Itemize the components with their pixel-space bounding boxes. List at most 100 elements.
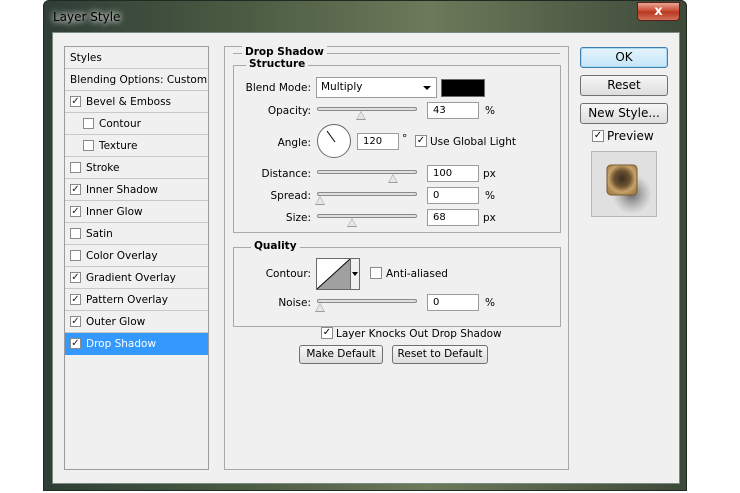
layer-style-window: Layer Style x Styles Blending Options: Cu…: [43, 0, 687, 491]
distance-unit: px: [483, 168, 496, 180]
sidebar-item-pattern-overlay[interactable]: ✓ Pattern Overlay: [65, 289, 208, 311]
size-slider-thumb[interactable]: [347, 218, 357, 227]
anti-aliased-checkbox[interactable]: [370, 267, 382, 279]
contour-picker[interactable]: [316, 258, 351, 290]
noise-input[interactable]: 0: [427, 294, 479, 311]
sidebar-checkbox-outer-glow[interactable]: ✓: [70, 316, 81, 327]
title-bar[interactable]: Layer Style x: [44, 1, 686, 33]
sidebar-item-stroke[interactable]: Stroke: [65, 157, 208, 179]
sidebar-item-drop-shadow[interactable]: ✓ Drop Shadow: [65, 333, 208, 355]
use-global-light-checkbox[interactable]: ✓: [415, 135, 427, 147]
sidebar-item-satin[interactable]: Satin: [65, 223, 208, 245]
close-button[interactable]: x: [637, 2, 680, 21]
sidebar-item-label: Contour: [99, 118, 141, 130]
spread-slider[interactable]: [317, 192, 417, 196]
sidebar-item-color-overlay[interactable]: Color Overlay: [65, 245, 208, 267]
styles-list: Styles Blending Options: Custom ✓ Bevel & E…: [64, 46, 209, 470]
layer-knocks-out-checkbox[interactable]: ✓: [321, 327, 333, 339]
make-default-button[interactable]: Make Default: [299, 345, 383, 364]
new-style-button[interactable]: New Style...: [580, 103, 668, 124]
sidebar-item-label: Styles: [70, 52, 102, 64]
angle-unit: °: [402, 133, 408, 145]
sidebar-item-styles[interactable]: Styles: [65, 47, 208, 69]
opacity-label: Opacity:: [267, 105, 311, 117]
preview-label: Preview: [607, 129, 654, 143]
size-unit: px: [483, 212, 496, 224]
reset-button[interactable]: Reset: [580, 75, 668, 96]
sidebar-checkbox-inner-glow[interactable]: ✓: [70, 206, 81, 217]
sidebar-item-contour[interactable]: Contour: [65, 113, 208, 135]
noise-slider-thumb[interactable]: [315, 303, 325, 312]
size-input[interactable]: 68: [427, 209, 479, 226]
style-preview-image: [606, 164, 652, 214]
reset-to-default-button[interactable]: Reset to Default: [392, 345, 488, 364]
sidebar-checkbox-satin[interactable]: [70, 228, 81, 239]
distance-slider-thumb[interactable]: [388, 174, 398, 183]
sidebar-checkbox-drop-shadow[interactable]: ✓: [70, 338, 81, 349]
spread-slider-thumb[interactable]: [315, 196, 325, 205]
sidebar-item-blending-options-custom[interactable]: Blending Options: Custom: [65, 69, 208, 91]
noise-unit: %: [485, 297, 495, 309]
structure-title: Structure: [246, 58, 309, 70]
size-label: Size:: [285, 212, 311, 224]
sidebar-item-outer-glow[interactable]: ✓ Outer Glow: [65, 311, 208, 333]
noise-slider[interactable]: [317, 299, 417, 303]
opacity-slider[interactable]: [317, 107, 417, 111]
sidebar-checkbox-stroke[interactable]: [70, 162, 81, 173]
angle-label: Angle:: [277, 137, 311, 149]
distance-input[interactable]: 100: [427, 165, 479, 182]
sidebar-checkbox-pattern-overlay[interactable]: ✓: [70, 294, 81, 305]
contour-linear-icon: [316, 258, 351, 290]
sidebar-item-label: Stroke: [86, 162, 120, 174]
use-global-light-label: Use Global Light: [430, 136, 516, 148]
sidebar-item-gradient-overlay[interactable]: ✓ Gradient Overlay: [65, 267, 208, 289]
size-slider[interactable]: [317, 214, 417, 218]
sidebar-checkbox-inner-shadow[interactable]: ✓: [70, 184, 81, 195]
spread-input[interactable]: 0: [427, 187, 479, 204]
drop-shadow-panel: Drop Shadow Structure Blend Mode: Multip…: [224, 46, 569, 470]
angle-input[interactable]: 120: [357, 133, 399, 150]
opacity-slider-thumb[interactable]: [356, 111, 366, 120]
sidebar-item-bevel-emboss[interactable]: ✓ Bevel & Emboss: [65, 91, 208, 113]
distance-label: Distance:: [261, 168, 311, 180]
sidebar-item-label: Color Overlay: [86, 250, 158, 262]
sidebar-item-texture[interactable]: Texture: [65, 135, 208, 157]
sidebar-item-label: Outer Glow: [86, 316, 146, 328]
sidebar-item-label: Pattern Overlay: [86, 294, 168, 306]
preview-checkbox[interactable]: ✓: [592, 130, 604, 142]
sidebar-item-label: Satin: [86, 228, 113, 240]
sidebar-checkbox-texture[interactable]: [83, 140, 94, 151]
chevron-down-icon: [423, 86, 431, 90]
blend-mode-label: Blend Mode:: [245, 82, 311, 94]
sidebar-checkbox-gradient-overlay[interactable]: ✓: [70, 272, 81, 283]
sidebar-item-label: Blending Options: Custom: [70, 74, 208, 86]
chevron-down-icon: [352, 272, 358, 276]
distance-slider[interactable]: [317, 170, 417, 174]
angle-dial[interactable]: [317, 124, 351, 158]
sidebar-item-label: Inner Shadow: [86, 184, 158, 196]
sidebar-item-label: Drop Shadow: [86, 338, 157, 350]
sidebar-item-label: Inner Glow: [86, 206, 143, 218]
opacity-unit: %: [485, 105, 495, 117]
contour-dropdown[interactable]: [351, 258, 360, 290]
sidebar-item-inner-glow[interactable]: ✓ Inner Glow: [65, 201, 208, 223]
sidebar-item-inner-shadow[interactable]: ✓ Inner Shadow: [65, 179, 208, 201]
shadow-color-swatch[interactable]: [441, 79, 485, 97]
quality-group: [233, 247, 561, 327]
sidebar-checkbox-bevel-emboss[interactable]: ✓: [70, 96, 81, 107]
spread-label: Spread:: [270, 190, 311, 202]
anti-aliased-label: Anti-aliased: [386, 268, 448, 280]
sidebar-item-label: Bevel & Emboss: [86, 96, 172, 108]
layer-knocks-out-label: Layer Knocks Out Drop Shadow: [336, 328, 502, 340]
sidebar-checkbox-contour[interactable]: [83, 118, 94, 129]
opacity-input[interactable]: 43: [427, 102, 479, 119]
quality-title: Quality: [251, 240, 300, 252]
section-title: Drop Shadow: [242, 46, 327, 58]
sidebar-checkbox-color-overlay[interactable]: [70, 250, 81, 261]
sidebar-item-label: Gradient Overlay: [86, 272, 176, 284]
noise-label: Noise:: [278, 297, 311, 309]
ok-button[interactable]: OK: [580, 47, 668, 68]
blend-mode-select[interactable]: Multiply: [316, 77, 437, 98]
sidebar-item-label: Texture: [99, 140, 138, 152]
contour-label: Contour:: [265, 268, 311, 280]
